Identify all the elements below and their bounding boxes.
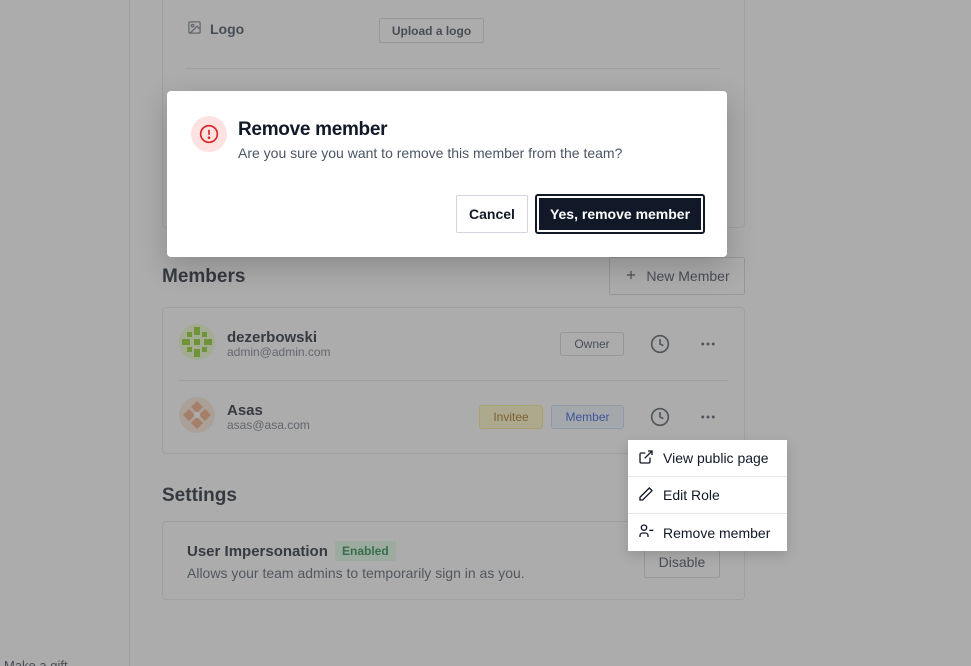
confirm-remove-button[interactable]: Yes, remove member: [535, 194, 705, 234]
dialog-title: Remove member: [238, 119, 388, 140]
menu-item-label: View public page: [663, 450, 769, 466]
menu-item-label: Remove member: [663, 524, 771, 541]
remove-member-dialog: Remove member Are you sure you want to r…: [167, 91, 727, 257]
menu-item-label: Edit Role: [663, 487, 720, 503]
member-actions-menu: View public page Edit Role Remove member: [628, 440, 787, 551]
pencil-icon: [638, 486, 654, 505]
dialog-message: Are you sure you want to remove this mem…: [238, 145, 623, 161]
cancel-button[interactable]: Cancel: [456, 195, 528, 233]
alert-circle-icon: [191, 116, 227, 152]
menu-item-view-public-page[interactable]: View public page: [628, 440, 787, 477]
external-link-icon: [638, 449, 654, 468]
user-minus-icon: [638, 523, 654, 542]
menu-item-remove-member[interactable]: Remove member: [628, 514, 787, 551]
menu-item-edit-role[interactable]: Edit Role: [628, 477, 787, 514]
